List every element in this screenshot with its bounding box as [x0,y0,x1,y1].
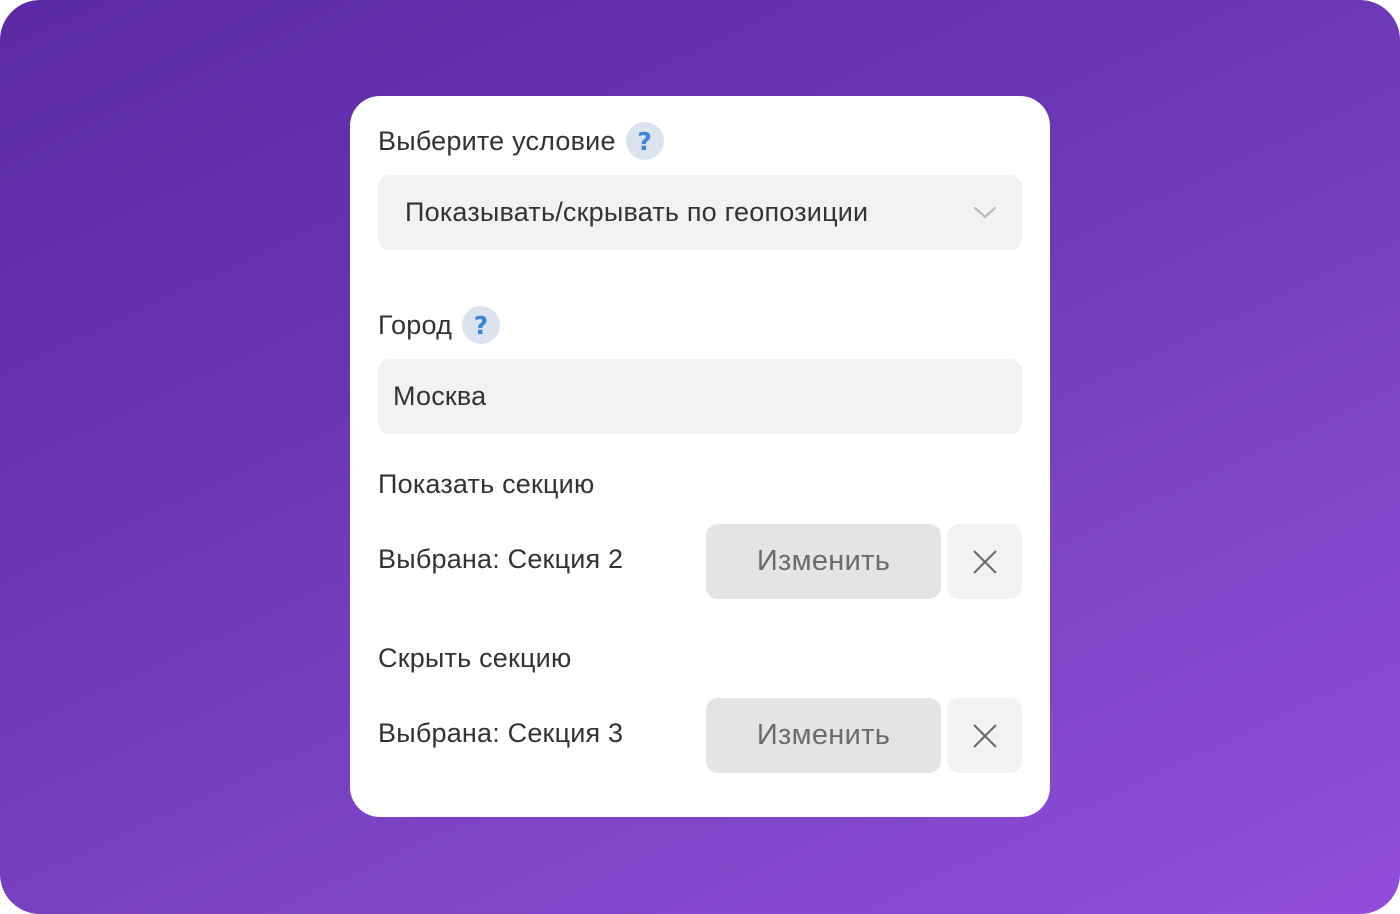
show-section-change-button[interactable]: Изменить [706,524,941,599]
condition-label: Выберите условие [378,125,616,156]
condition-settings-card: Выберите условие ? Показывать/скрывать п… [350,96,1050,817]
condition-select-value: Показывать/скрывать по геопозиции [405,197,869,227]
show-section-selected: Выбрана: Секция 2 [378,544,624,574]
close-icon [972,549,997,574]
condition-label-row: Выберите условие ? [378,121,664,161]
condition-select[interactable]: Показывать/скрывать по геопозиции [378,175,1022,250]
background: Выберите условие ? Показывать/скрывать п… [0,0,1400,914]
question-mark-icon[interactable]: ? [625,122,664,160]
hide-section-clear-button[interactable] [947,698,1022,773]
city-input-wrapper [378,359,1022,434]
hide-section-title: Скрыть секцию [378,643,572,673]
hide-section-change-button[interactable]: Изменить [706,698,941,773]
question-mark-icon[interactable]: ? [462,306,501,344]
close-icon [972,723,997,748]
hide-section-selected: Выбрана: Секция 3 [378,718,624,748]
city-label: Город [378,309,453,340]
show-section-clear-button[interactable] [947,524,1022,599]
chevron-down-icon [974,207,996,218]
show-section-title: Показать секцию [378,469,595,499]
city-input[interactable] [393,381,993,412]
city-label-row: Город ? [378,305,501,345]
